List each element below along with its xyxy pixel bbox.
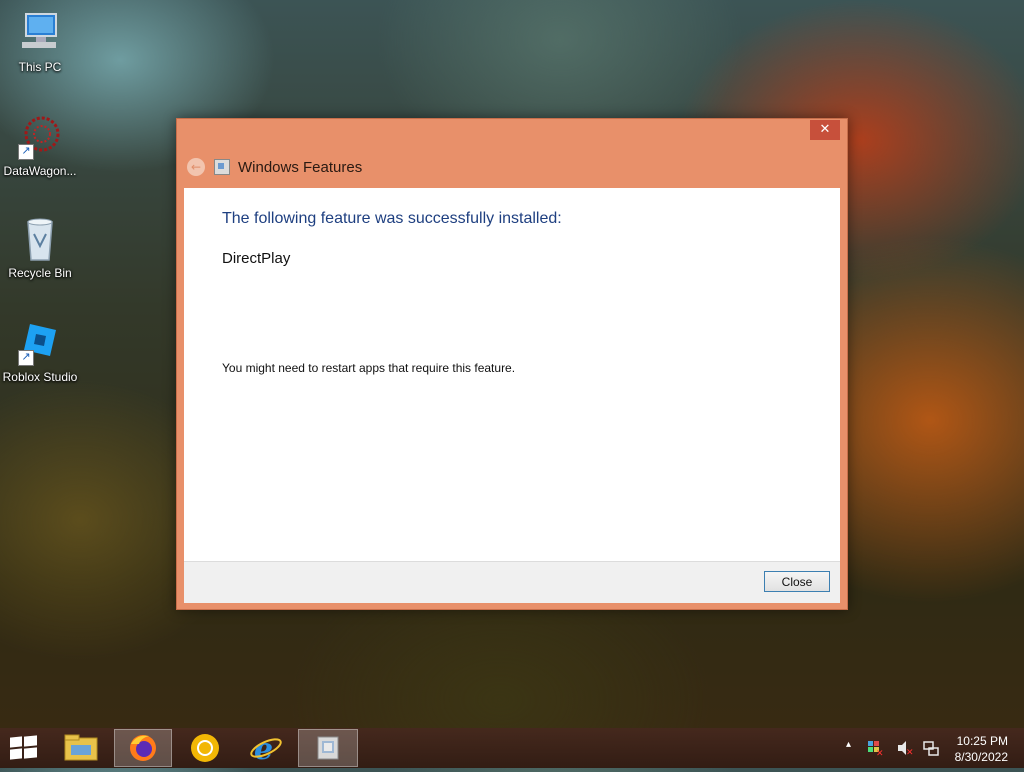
installed-feature-name: DirectPlay [222,250,291,267]
chrome-canary-icon [191,734,219,762]
file-explorer-icon [64,734,98,761]
shortcut-arrow-icon: ↗ [18,350,34,366]
desktop-icon-label: Recycle Bin [8,266,72,280]
dialog-content: The following feature was successfully i… [184,188,840,561]
windows-features-dialog: ✕ ← Windows Features The following featu… [176,118,848,610]
desktop-icon-datawagon[interactable]: ↗ DataWagon... [0,114,80,178]
taskbar-firefox[interactable] [114,729,172,767]
computer-icon [16,10,64,56]
desktop-icon-recycle-bin[interactable]: Recycle Bin [0,216,80,280]
taskbar-windows-features[interactable] [298,729,358,767]
taskbar-internet-explorer[interactable]: e [236,729,294,767]
dialog-titlebar: ← Windows Features [187,155,587,179]
network-icon[interactable] [922,739,940,757]
shortcut-arrow-icon: ↗ [18,144,34,160]
internet-explorer-icon: e [250,732,282,767]
datawagon-icon: ↗ [16,114,64,160]
desktop-icon-label: Roblox Studio [2,370,78,384]
svg-text:e: e [254,732,273,767]
roblox-studio-icon: ↗ [16,320,64,366]
windows-features-icon [214,159,230,175]
taskbar: e ▴ ✕ ✕ 10:25 PM 8/30/2022 [0,728,1024,768]
back-arrow-icon[interactable]: ← [187,158,205,176]
taskbar-chrome-canary[interactable] [176,729,234,767]
desktop-icon-this-pc[interactable]: This PC [0,10,80,74]
dialog-title: Windows Features [238,158,363,176]
windows-features-icon [317,736,339,760]
system-tray: ▴ ✕ ✕ [840,728,960,768]
action-center-icon[interactable]: ✕ [866,739,884,757]
show-hidden-icons-chevron[interactable]: ▴ [846,739,851,750]
clock-date: 8/30/2022 [954,750,1008,764]
firefox-icon [130,735,156,761]
restart-note: You might need to restart apps that requ… [222,361,516,375]
taskbar-file-explorer[interactable] [52,729,110,767]
svg-text:✕: ✕ [906,748,914,757]
recycle-bin-icon [16,216,64,262]
dialog-footer: Close [184,561,840,603]
svg-text:✕: ✕ [876,749,884,757]
success-heading: The following feature was successfully i… [222,210,562,227]
desktop-icon-roblox-studio[interactable]: ↗ Roblox Studio [0,320,80,384]
start-icon[interactable] [10,735,38,760]
close-window-button[interactable]: ✕ [810,120,840,140]
desktop-icon-label: This PC [18,60,62,74]
close-button[interactable]: Close [764,571,830,592]
clock-time: 10:25 PM [956,734,1008,748]
volume-muted-icon[interactable]: ✕ [896,739,914,757]
desktop-icon-label: DataWagon... [3,164,77,178]
taskbar-clock[interactable]: 10:25 PM 8/30/2022 [955,733,1008,765]
